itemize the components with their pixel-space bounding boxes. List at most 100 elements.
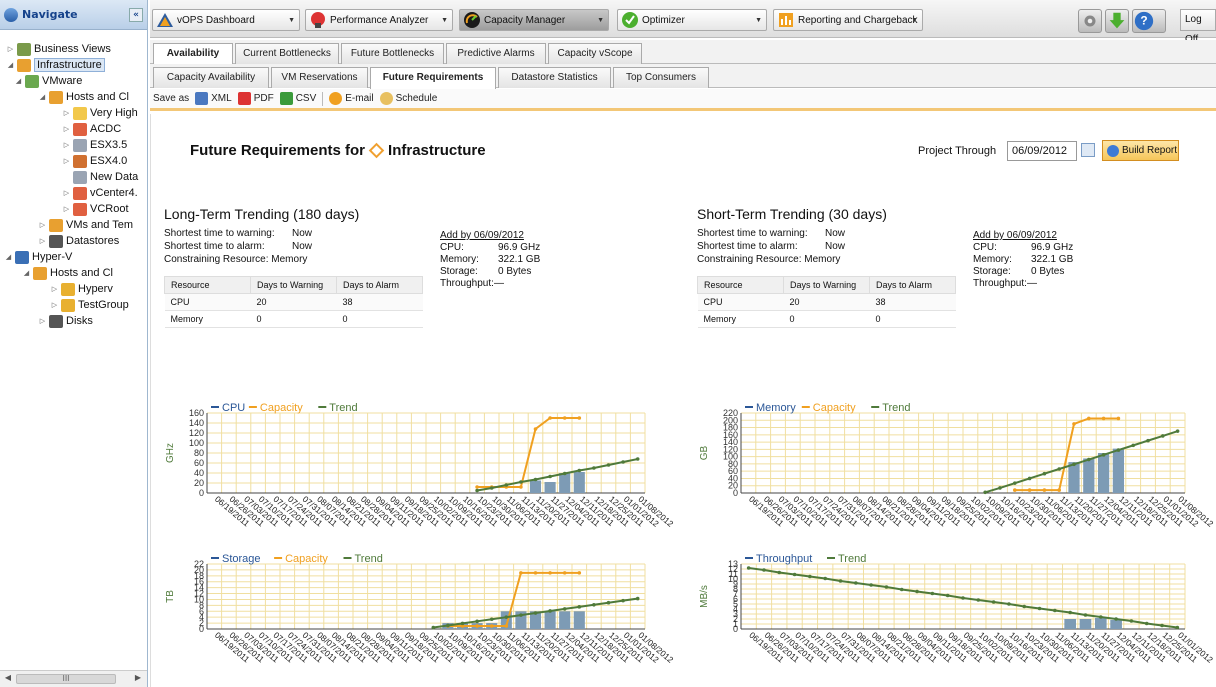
legend-label: Capacity [813, 402, 856, 414]
trend-point [431, 625, 436, 630]
capacity-point [1042, 488, 1047, 492]
collapsed-toggle-icon[interactable]: ▷ [62, 125, 71, 133]
scroll-left-icon[interactable]: ◀ [2, 673, 14, 685]
collapsed-toggle-icon[interactable]: ▷ [6, 45, 15, 53]
reporting-chargeback-label: Reporting and Chargeback [798, 14, 918, 26]
optimizer-button[interactable]: Optimizer ▼ [617, 9, 767, 31]
trend-point [446, 623, 450, 628]
bar [1097, 453, 1110, 493]
trend-point [930, 591, 935, 596]
y-tick-label: 20 [194, 478, 204, 488]
collapsed-toggle-icon[interactable]: ▷ [62, 141, 71, 149]
collapse-nav-button[interactable]: « [129, 7, 143, 22]
tree-item-hyperv[interactable]: ▷ Hyperv [50, 281, 113, 297]
bar [573, 611, 585, 629]
scroll-right-icon[interactable]: ▶ [132, 673, 144, 685]
tab-top-consumers[interactable]: Top Consumers [613, 67, 709, 88]
trend-point [961, 596, 965, 600]
tree-item-hyper-v[interactable]: ◢ Hyper-V [4, 249, 72, 265]
expanded-toggle-icon[interactable]: ◢ [22, 269, 31, 277]
tab-availability[interactable]: Availability [153, 43, 233, 65]
y-axis-label: TB [165, 590, 176, 603]
tab-current-bottlenecks[interactable]: Current Bottlenecks [235, 43, 339, 64]
save-xml-link[interactable]: XML [211, 93, 232, 104]
tree-item-infrastructure[interactable]: ◢ Infrastructure [6, 57, 105, 73]
trend-point [1007, 602, 1011, 606]
expanded-toggle-icon[interactable]: ◢ [14, 77, 23, 85]
capacity-manager-button[interactable]: Capacity Manager ▼ [459, 9, 609, 31]
tab-future-requirements[interactable]: Future Requirements [370, 67, 496, 89]
save-pdf-link[interactable]: PDF [254, 93, 274, 104]
trend-point [621, 598, 625, 603]
collapsed-toggle-icon[interactable]: ▷ [38, 221, 47, 229]
collapsed-toggle-icon[interactable]: ▷ [38, 317, 47, 325]
bar [1110, 620, 1122, 629]
expanded-toggle-icon[interactable]: ◢ [6, 61, 15, 69]
collapsed-toggle-icon[interactable]: ▷ [50, 301, 59, 309]
pdf-icon [237, 92, 251, 105]
trend-point [1037, 606, 1042, 611]
tree-item-label: ESX4.0 [90, 155, 128, 167]
tree-item-hosts-and-cl[interactable]: ◢ Hosts and Cl [22, 265, 113, 281]
tree-item-vmware[interactable]: ◢ VMware [14, 73, 82, 89]
collapsed-toggle-icon[interactable]: ▷ [62, 157, 71, 165]
vops-dashboard-button[interactable]: vOPS Dashboard ▼ [152, 9, 300, 31]
tree-item-disks[interactable]: ▷ Disks [38, 313, 93, 329]
tree-item-vcroot[interactable]: ▷ VCRoot [62, 201, 129, 217]
tab-vm-reservations[interactable]: VM Reservations [271, 67, 368, 88]
collapsed-toggle-icon[interactable]: ▷ [62, 109, 71, 117]
tab-datastore-statistics[interactable]: Datastore Statistics [498, 67, 611, 88]
tab-future-bottlenecks[interactable]: Future Bottlenecks [341, 43, 444, 64]
tree-item-very-high[interactable]: ▷ Very High [62, 105, 138, 121]
trend-point [1146, 438, 1150, 443]
folder-icon [73, 106, 87, 120]
vms-icon [49, 218, 63, 232]
settings-gear-icon[interactable] [1078, 9, 1102, 33]
tree-item-testgroup[interactable]: ▷ TestGroup [50, 297, 129, 313]
tree-item-vcenter4[interactable]: ▷ vCenter4. [62, 185, 138, 201]
tree-item-new-data[interactable]: New Data [62, 169, 138, 185]
legend-label: Trend [355, 553, 383, 565]
tree-item-datastores[interactable]: ▷ Datastores [38, 233, 119, 249]
reporting-chargeback-button[interactable]: Reporting and Chargeback ▼ [773, 9, 923, 31]
tree-item-label: Very High [90, 107, 138, 119]
trend-point [562, 471, 567, 476]
tab-capacity-availability[interactable]: Capacity Availability [153, 67, 269, 88]
tree-item-vms-and-tem[interactable]: ▷ VMs and Tem [38, 217, 133, 233]
bar [1083, 458, 1095, 493]
tree-item-label: Datastores [66, 235, 120, 247]
collapsed-toggle-icon[interactable]: ▷ [50, 285, 59, 293]
tab-capacity-vscope[interactable]: Capacity vScope [548, 43, 642, 64]
save-csv-link[interactable]: CSV [296, 93, 317, 104]
y-tick-label: 40 [194, 468, 204, 478]
tree-item-acdc[interactable]: ▷ ACDC [62, 121, 121, 137]
datacenter-icon [73, 122, 87, 136]
trend-point [548, 474, 552, 479]
help-icon[interactable]: ? [1132, 9, 1166, 33]
expanded-toggle-icon[interactable]: ◢ [4, 253, 13, 261]
collapsed-toggle-icon[interactable]: ▷ [62, 189, 71, 197]
tree-item-business-views[interactable]: ▷ Business Views [6, 41, 111, 57]
bar [529, 480, 542, 493]
vmware-icon [25, 74, 39, 88]
trend-point [1129, 619, 1134, 623]
tree-item-hosts-and-cl[interactable]: ◢ Hosts and Cl [38, 89, 129, 105]
schedule-link[interactable]: Schedule [396, 93, 438, 104]
tree-item-esx4-0[interactable]: ▷ ESX4.0 [62, 153, 127, 169]
tab-predictive-alarms[interactable]: Predictive Alarms [446, 43, 546, 64]
email-icon [329, 92, 343, 105]
log-off-button[interactable]: Log Off [1180, 9, 1216, 45]
tree-item-esx3-5[interactable]: ▷ ESX3.5 [62, 137, 127, 153]
nav-horizontal-scrollbar[interactable]: ◀ III ▶ [0, 670, 147, 687]
bar [1112, 448, 1125, 493]
trend-point [1013, 481, 1017, 485]
collapsed-toggle-icon[interactable]: ▷ [62, 205, 71, 213]
scrollbar-thumb[interactable]: III [16, 674, 116, 684]
download-icon[interactable] [1105, 9, 1129, 33]
tree-item-label: VCRoot [90, 203, 129, 215]
trend-point [777, 570, 782, 575]
email-link[interactable]: E-mail [345, 93, 373, 104]
collapsed-toggle-icon[interactable]: ▷ [38, 237, 47, 245]
performance-analyzer-button[interactable]: Performance Analyzer ▼ [305, 9, 453, 31]
expanded-toggle-icon[interactable]: ◢ [38, 93, 47, 101]
